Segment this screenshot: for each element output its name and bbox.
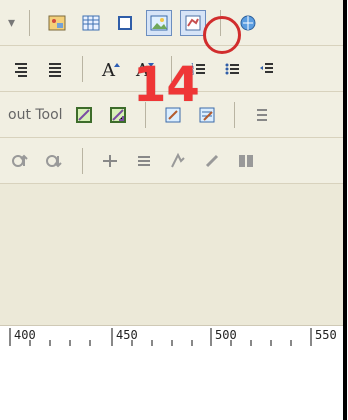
svg-text:A: A [101,60,116,79]
align-right-button[interactable] [8,56,34,82]
ruler-ticks [9,328,312,346]
ruler-label-400: 400 [14,328,36,342]
bullet-list-button[interactable] [220,56,246,82]
table-icon [82,14,100,32]
insert-row-button[interactable] [97,148,123,174]
table-button[interactable] [78,10,104,36]
ruler-label-550: 550 [315,328,337,342]
horizontal-ruler: 400 450 500 550 [0,325,343,362]
split-cell-button[interactable] [249,102,275,128]
toolbar-separator [29,9,31,36]
annotation-circle [203,16,241,54]
border-color-icon [203,152,221,170]
layout-select-button[interactable] [71,102,97,128]
image-gallery-button[interactable] [146,9,173,36]
layout-tool-label: out Tool [8,106,63,123]
insert-row-icon [101,152,119,170]
sort-descending-button[interactable] [42,148,68,174]
document-canvas[interactable] [0,360,343,420]
increase-font-button[interactable]: A [97,56,123,82]
justify-button[interactable] [42,56,68,82]
justify-icon [46,60,64,78]
edit-table-icon [198,106,216,124]
sort-ascending-button[interactable] [8,148,34,174]
merge-cells-icon [237,152,255,170]
toolbar-row-1: ▾ [0,0,343,46]
image-map-icon [184,14,202,32]
app-window: ▾ A A 1 2 3 out Tool 400 450 500 550 14 [0,0,347,420]
toolbar-separator [233,101,235,128]
toolbar-separator [82,147,83,174]
align-right-icon [12,60,30,78]
cell-shading-icon [169,152,187,170]
indent-button[interactable] [254,56,280,82]
dropdown-arrow-icon[interactable]: ▾ [8,15,15,31]
annotation-number: 14 [133,57,200,113]
image-gallery-icon [150,14,168,32]
globe-icon [239,14,257,32]
layout-select-icon [75,106,93,124]
distribute-rows-icon [135,152,153,170]
layout-draw-icon [109,106,127,124]
toolbar-row-5 [0,184,343,231]
border-color-button[interactable] [199,148,225,174]
image-map-button[interactable] [180,9,207,36]
merge-cells-button[interactable] [233,148,259,174]
sort-ascending-icon [12,152,30,170]
indent-icon [258,60,276,78]
toolbar-row-4 [0,138,343,184]
frame-button[interactable] [112,10,138,36]
toolbar-row-6 [0,230,343,277]
picture-icon [48,14,66,32]
ruler-label-450: 450 [116,328,138,342]
cell-shading-button[interactable] [165,148,191,174]
layout-draw-button[interactable] [105,102,131,128]
toolbar-separator [82,55,83,82]
frame-icon [116,14,134,32]
split-cell-icon [253,106,271,124]
toolbar-row-7 [0,276,343,326]
sort-descending-icon [46,152,64,170]
insert-image-button[interactable] [44,10,70,36]
ruler-label-500: 500 [215,328,237,342]
distribute-rows-button[interactable] [131,148,157,174]
increase-font-icon: A [100,59,120,79]
bullet-list-icon [224,60,242,78]
